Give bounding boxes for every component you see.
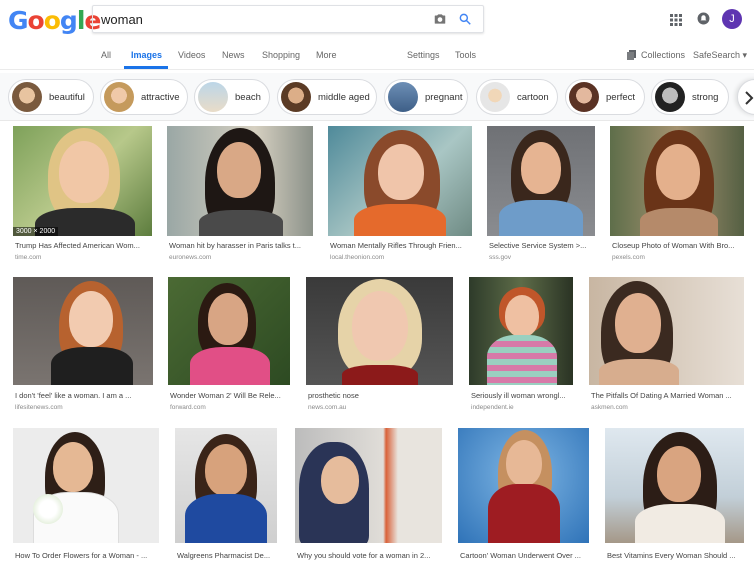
result-source[interactable]: local.theonion.com: [330, 254, 384, 261]
result-caption[interactable]: Seriously ill woman wrongl...: [471, 391, 575, 400]
notifications-icon[interactable]: [697, 12, 710, 25]
chip-label: cartoon: [517, 92, 549, 103]
chip-middle-aged[interactable]: middle aged: [277, 79, 377, 115]
tab-tools[interactable]: Tools: [455, 50, 476, 60]
result-source[interactable]: euronews.com: [169, 254, 211, 261]
result-caption[interactable]: prosthetic nose: [308, 391, 448, 400]
chip-thumbnail: [480, 82, 510, 112]
image-result-5[interactable]: [610, 126, 744, 236]
search-box[interactable]: [92, 5, 484, 33]
image-result-11[interactable]: [13, 428, 159, 543]
result-caption[interactable]: Best Vitamins Every Woman Should ...: [607, 551, 744, 560]
result-source[interactable]: independent.ie: [471, 404, 514, 411]
chip-attractive[interactable]: attractive: [100, 79, 188, 115]
image-dimensions: 3000 × 2000: [13, 227, 59, 236]
image-result-12[interactable]: [175, 428, 277, 543]
image-result-3[interactable]: [328, 126, 472, 236]
chip-strong[interactable]: strong: [651, 79, 729, 115]
tab-settings[interactable]: Settings: [407, 50, 440, 60]
result-caption[interactable]: Walgreens Pharmacist De...: [177, 551, 281, 560]
image-result-14[interactable]: [458, 428, 589, 543]
tab-all[interactable]: All: [101, 50, 111, 60]
image-result-10[interactable]: [589, 277, 744, 385]
tab-more[interactable]: More: [316, 50, 337, 60]
result-source[interactable]: lifesitenews.com: [15, 404, 63, 411]
search-icon[interactable]: [458, 12, 472, 26]
image-result-8[interactable]: [306, 277, 453, 385]
result-source[interactable]: askmen.com: [591, 404, 628, 411]
image-result-15[interactable]: [605, 428, 744, 543]
result-source[interactable]: news.com.au: [308, 404, 346, 411]
image-result-13[interactable]: [295, 428, 442, 543]
result-caption[interactable]: Trump Has Affected American Wom...: [15, 241, 152, 250]
chip-label: middle aged: [318, 92, 370, 103]
result-caption[interactable]: Closeup Photo of Woman With Bro...: [612, 241, 742, 250]
chip-thumbnail: [12, 82, 42, 112]
result-caption[interactable]: The Pitfalls Of Dating A Married Woman .…: [591, 391, 744, 400]
camera-icon[interactable]: [433, 12, 447, 26]
search-input[interactable]: [101, 10, 421, 28]
chip-label: perfect: [606, 92, 636, 103]
tab-images[interactable]: Images: [131, 50, 162, 60]
tab-videos[interactable]: Videos: [178, 50, 205, 60]
chip-thumbnail: [104, 82, 134, 112]
result-caption[interactable]: Wonder Woman 2' Will Be Rele...: [170, 391, 294, 400]
safesearch-toggle[interactable]: SafeSearch ▾: [693, 50, 747, 61]
chip-pregnant[interactable]: pregnant: [384, 79, 468, 115]
chip-cartoon[interactable]: cartoon: [476, 79, 558, 115]
image-result-6[interactable]: [13, 277, 153, 385]
chip-label: strong: [692, 92, 719, 103]
result-caption[interactable]: How To Order Flowers for a Woman - ...: [15, 551, 159, 560]
chip-thumbnail: [198, 82, 228, 112]
related-searches-bar: beautiful attractive beach middle aged p…: [0, 73, 754, 121]
chip-beach[interactable]: beach: [194, 79, 270, 115]
image-result-4[interactable]: [487, 126, 595, 236]
result-caption[interactable]: Woman Mentally Rifles Through Frien...: [330, 241, 472, 250]
image-result-9[interactable]: [469, 277, 573, 385]
result-caption[interactable]: Why you should vote for a woman in 2...: [297, 551, 440, 560]
tab-shopping[interactable]: Shopping: [262, 50, 300, 60]
chip-label: attractive: [141, 92, 180, 103]
result-caption[interactable]: Cartoon' Woman Underwent Over ...: [460, 551, 591, 560]
image-result-2[interactable]: [167, 126, 313, 236]
collections-link[interactable]: Collections: [641, 50, 685, 60]
image-result-7[interactable]: [168, 277, 290, 385]
account-avatar[interactable]: J: [722, 9, 742, 29]
result-source[interactable]: forward.com: [170, 404, 206, 411]
result-source[interactable]: pexels.com: [612, 254, 645, 261]
result-caption[interactable]: Selective Service System >...: [489, 241, 599, 250]
apps-grid-icon[interactable]: [670, 14, 682, 26]
google-logo[interactable]: Google: [8, 6, 101, 35]
chip-thumbnail: [655, 82, 685, 112]
active-tab-indicator: [124, 66, 168, 69]
result-caption[interactable]: I don't 'feel' like a woman. I am a ...: [15, 391, 153, 400]
result-source[interactable]: time.com: [15, 254, 41, 261]
image-result-1[interactable]: 3000 × 2000: [13, 126, 152, 236]
chip-beautiful[interactable]: beautiful: [8, 79, 94, 115]
chip-thumbnail: [388, 82, 418, 112]
result-source[interactable]: sss.gov: [489, 254, 511, 261]
search-tabs: All Images Videos News Shopping More Set…: [0, 45, 754, 70]
chip-thumbnail: [281, 82, 311, 112]
collections-icon[interactable]: [627, 50, 636, 60]
chip-thumbnail: [569, 82, 599, 112]
chevron-right-icon: [745, 91, 754, 105]
chip-perfect[interactable]: perfect: [565, 79, 645, 115]
chip-label: beach: [235, 92, 261, 103]
chip-label: pregnant: [425, 92, 463, 103]
tab-news[interactable]: News: [222, 50, 245, 60]
result-caption[interactable]: Woman hit by harasser in Paris talks t..…: [169, 241, 311, 250]
chip-label: beautiful: [49, 92, 85, 103]
